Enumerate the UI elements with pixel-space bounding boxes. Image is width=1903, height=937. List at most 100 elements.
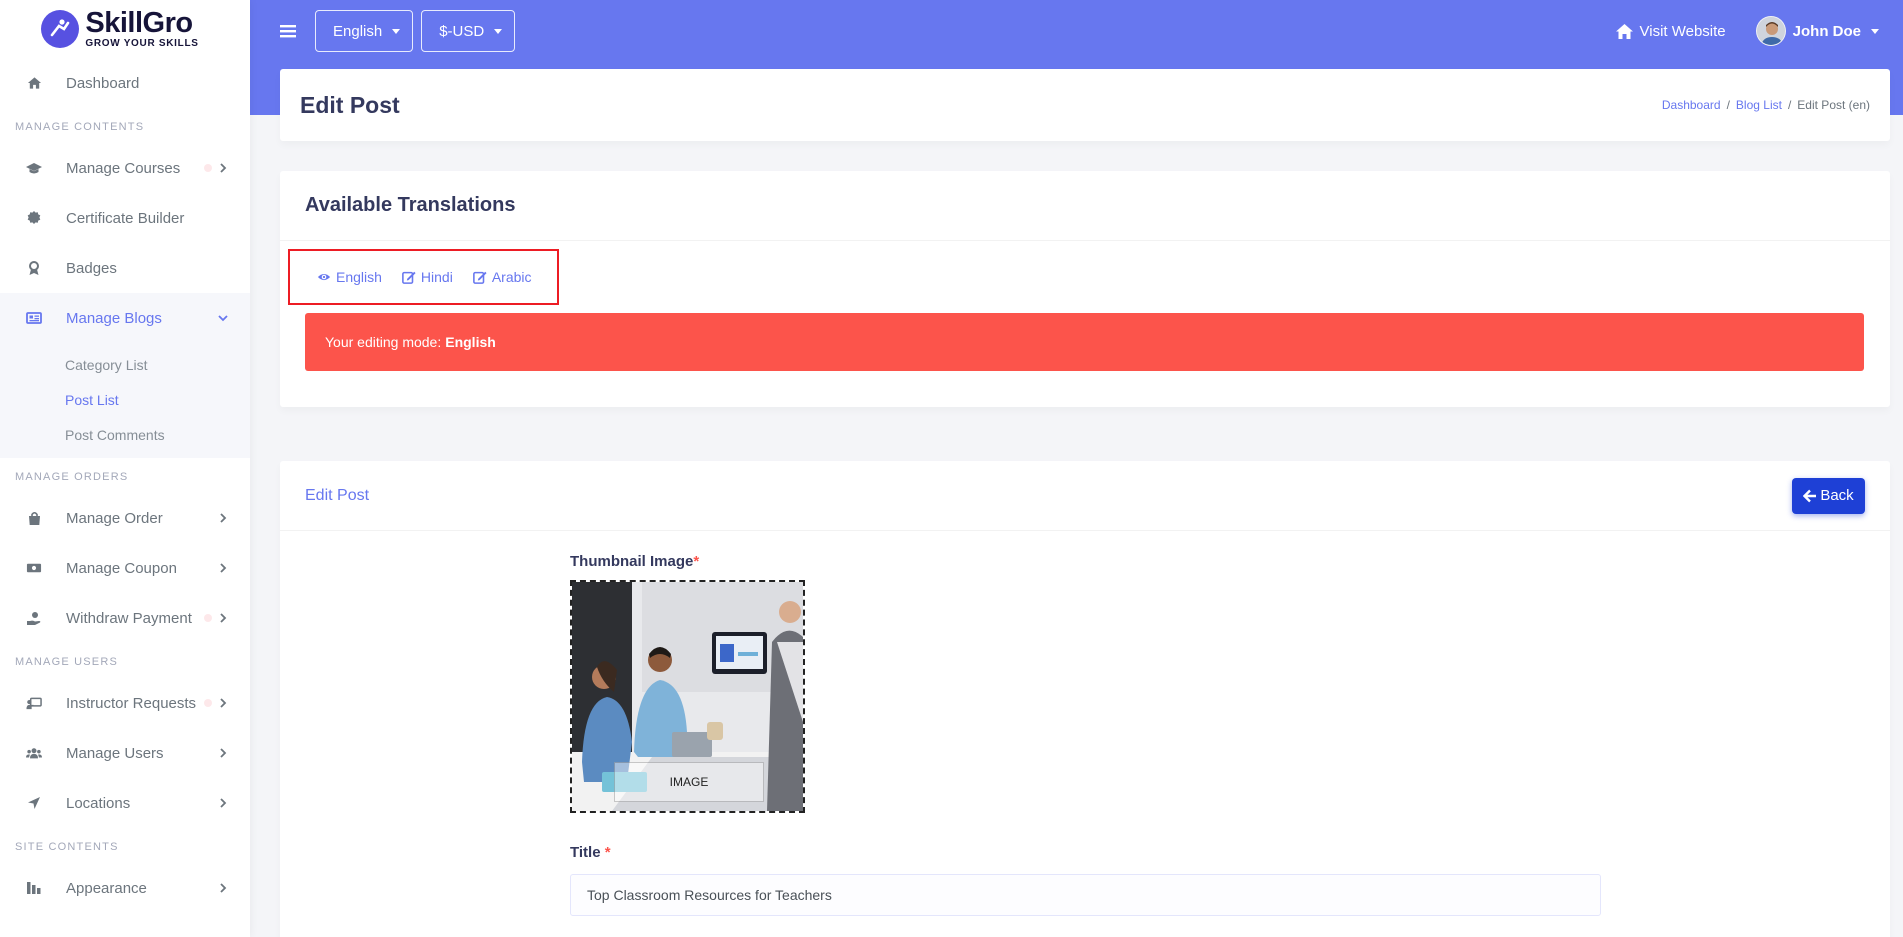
home-icon [1615,23,1634,40]
translation-link-label: Hindi [420,269,453,285]
title-input[interactable]: Top Classroom Resources for Teachers [570,874,1601,916]
brand-mark-icon [41,10,80,48]
certificate-icon [26,210,42,226]
translations-title: Available Translations [305,194,516,216]
menu-header-users: MANAGE USERS [15,656,119,668]
sidebar-item-label: Certificate Builder [66,209,185,227]
breadcrumb-current: Edit Post (en) [1797,98,1870,112]
sidebar: SkillGro GROW YOUR SKILLS Dashboard MANA… [0,0,250,937]
breadcrumb-separator: / [1726,98,1730,112]
chevron-right-icon [218,698,228,708]
sidebar-item-manage-courses[interactable]: Manage Courses [0,143,250,193]
chevron-right-icon [218,563,228,573]
brand-name: SkillGro [85,7,193,39]
alert-prefix: Your editing mode: [325,334,442,350]
topbar: English $-USD Visit Website John Doe [250,0,1903,62]
sidebar-item-manage-blogs[interactable]: Manage Blogs [0,293,250,343]
thumbnail-caption: IMAGE [614,762,764,802]
required-mark: * [604,844,611,861]
sidebar-item-badges[interactable]: Badges [0,243,250,293]
home-icon [26,75,42,91]
sidebar-item-manage-users[interactable]: Manage Users [0,728,250,778]
graduation-cap-icon [26,160,42,176]
eye-icon [317,270,331,284]
sidebar-item-withdraw-payment[interactable]: Withdraw Payment [0,593,250,643]
currency-select[interactable]: $-USD [421,10,516,52]
thumbnail-label: Thumbnail Image* [570,553,699,570]
sidebar-item-label: Instructor Requests [66,694,197,712]
sidebar-item-label: Locations [66,794,131,812]
title-label: Title * [570,844,611,861]
required-mark: * [693,553,700,570]
users-icon [26,745,42,761]
menu-header-orders: MANAGE ORDERS [15,471,129,483]
blog-submenu: Category List Post List Post Comments [0,343,250,458]
palette-icon [26,880,42,896]
chevron-right-icon [218,883,228,893]
user-name: John Doe [1792,22,1861,40]
caret-down-icon [392,28,401,34]
hamburger-menu-icon[interactable] [278,21,298,41]
sidebar-subitem-post-list[interactable]: Post List [0,382,250,417]
sidebar-item-label: Manage Order [66,509,163,527]
money-bill-icon [26,560,42,576]
thumbnail-image-upload[interactable]: IMAGE [570,580,805,813]
newspaper-icon [26,310,42,326]
avatar [1755,16,1786,46]
sidebar-item-manage-order[interactable]: Manage Order [0,493,250,543]
chevron-down-icon [218,313,228,323]
translation-link-arabic[interactable]: Arabic [472,269,532,285]
language-select[interactable]: English [315,10,414,52]
chevron-right-icon [218,748,228,758]
sidebar-subitem-category-list[interactable]: Category List [0,347,250,382]
chevron-right-icon [218,163,228,173]
back-button[interactable]: Back [1792,477,1865,514]
translations-card: Available Translations English Hindi Ara… [280,171,1890,407]
sidebar-item-label: Badges [66,259,117,277]
sidebar-item-label: Dashboard [66,74,140,92]
visit-website-link[interactable]: Visit Website [1615,23,1726,40]
translation-link-label: English [336,269,382,285]
notification-dot [204,614,212,622]
brand-logo[interactable]: SkillGro GROW YOUR SKILLS [0,0,250,58]
hand-holding-usd-icon [26,610,42,626]
shopping-bag-icon [26,510,42,526]
edit-post-card: Edit Post Back Thumbnail Image* IMAGE Ti… [280,461,1890,937]
sidebar-item-dashboard[interactable]: Dashboard [0,58,250,108]
brand-tagline: GROW YOUR SKILLS [85,38,199,49]
visit-website-label: Visit Website [1639,22,1726,40]
sidebar-item-appearance[interactable]: Appearance [0,863,250,913]
breadcrumb-blog-list[interactable]: Blog List [1736,98,1782,112]
page-header: Edit Post Dashboard / Blog List / Edit P… [280,69,1890,141]
sidebar-item-label: Manage Coupon [66,559,177,577]
sidebar-item-label: Withdraw Payment [66,609,192,627]
title-label-text: Title [570,844,601,861]
arrow-left-icon [1803,489,1817,503]
sidebar-item-manage-coupon[interactable]: Manage Coupon [0,543,250,593]
sidebar-subitem-post-comments[interactable]: Post Comments [0,417,250,452]
award-icon [26,260,42,276]
sidebar-item-certificate-builder[interactable]: Certificate Builder [0,193,250,243]
breadcrumb-separator: / [1787,98,1792,112]
caret-down-icon [1871,28,1879,34]
sidebar-item-label: Manage Courses [66,159,181,177]
page-title: Edit Post [300,91,400,118]
translation-link-label: Arabic [491,269,532,285]
menu-header-contents: MANAGE CONTENTS [15,121,145,133]
translation-link-hindi[interactable]: Hindi [402,269,453,285]
thumbnail-label-text: Thumbnail Image [570,553,694,570]
sidebar-item-label: Manage Users [66,744,164,762]
back-button-label: Back [1820,487,1854,504]
translation-link-english[interactable]: English [317,269,382,285]
sidebar-item-locations[interactable]: Locations [0,778,250,828]
sidebar-item-label: Appearance [66,879,147,897]
breadcrumb-dashboard[interactable]: Dashboard [1662,98,1721,112]
location-arrow-icon [26,795,42,811]
edit-icon [402,270,416,284]
currency-select-value: $-USD [439,22,485,40]
user-menu[interactable]: John Doe [1755,16,1879,46]
chevron-right-icon [218,613,228,623]
edit-icon [472,270,487,284]
translation-links: English Hindi Arabic [288,249,559,305]
sidebar-item-instructor-requests[interactable]: Instructor Requests [0,678,250,728]
